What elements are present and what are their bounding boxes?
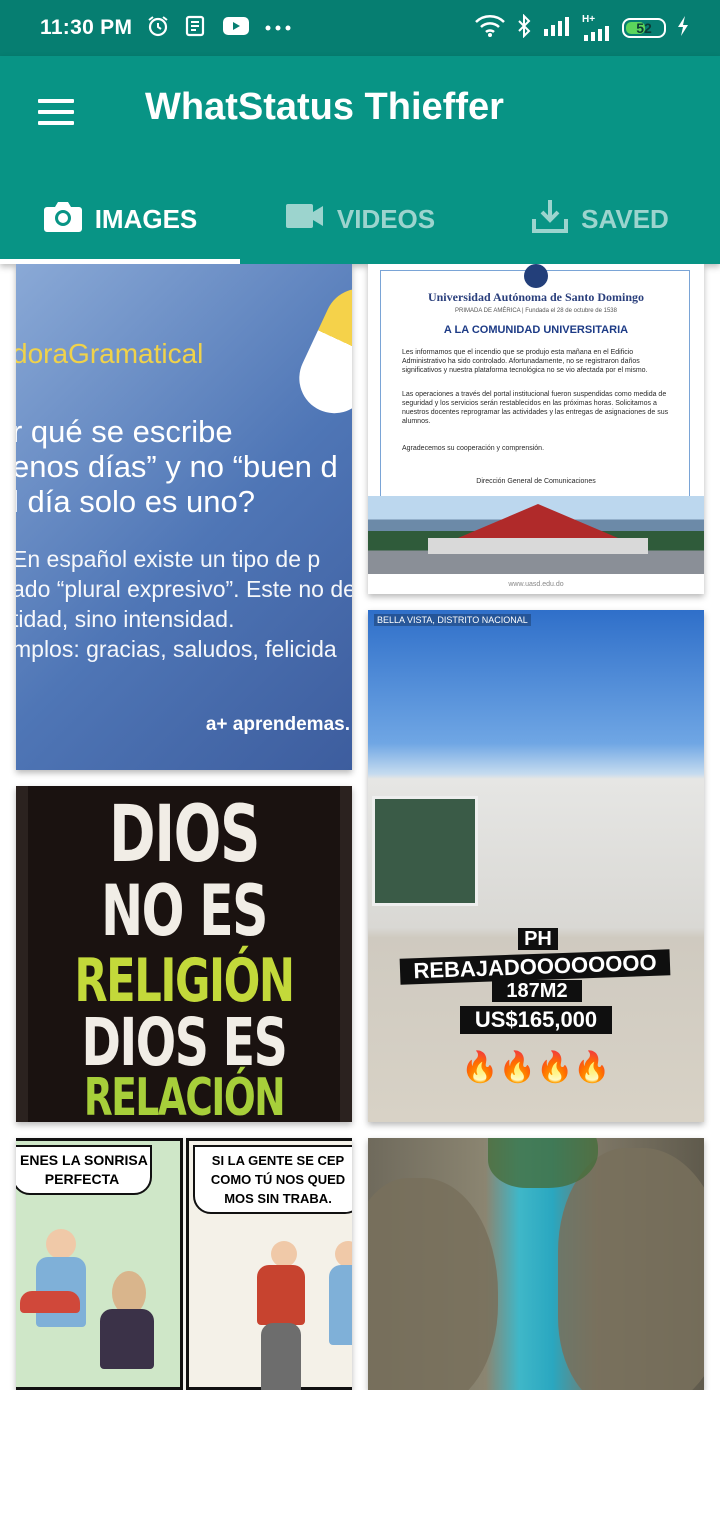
battery-percent: 52 [636, 20, 652, 36]
dios-line-1: DIOS [109, 790, 260, 880]
ph-line-4: US$165,000 [460, 1006, 612, 1034]
canyon-rock-right [558, 1148, 704, 1390]
tab-videos-label: VIDEOS [336, 203, 436, 234]
uasd-paragraph-2: Las operaciones a través del portal inst… [402, 391, 669, 425]
uasd-subtitle: PRIMADA DE AMÉRICA | Fundada el 28 de oc… [455, 308, 617, 314]
ph-line-3: 187M2 [492, 980, 582, 1002]
battery-indicator: 52 [622, 18, 666, 38]
dentist2-body [329, 1265, 352, 1345]
canyon-rock-left [368, 1178, 498, 1390]
status-icons-left [146, 14, 292, 43]
download-icon [531, 197, 569, 242]
uasd-paragraph-1: Les informamos que el incendio que se pr… [402, 349, 648, 374]
signal-hplus-icon: H+ [582, 15, 612, 41]
patient-body [100, 1309, 154, 1369]
app-title: WhatStatus Thieffer [145, 86, 504, 128]
ph-line-1: PH [518, 928, 558, 950]
comic-panel-2: SI LA GENTE SE CEP COMO TÚ NOS QUED MOS … [186, 1138, 352, 1390]
status-time: 11:30 PM [40, 16, 133, 39]
uasd-heading: A LA COMUNIDAD UNIVERSITARIA [443, 324, 629, 336]
man-head [271, 1241, 297, 1267]
tab-images-label: IMAGES [94, 203, 198, 234]
man-legs [261, 1323, 301, 1390]
tab-saved[interactable]: SAVED [480, 174, 720, 264]
grammar-question-text: r qué se escribe enos días” y no “buen d… [16, 414, 338, 519]
wifi-icon [474, 14, 506, 43]
signal-icon [542, 15, 572, 42]
status-image-ph-listing[interactable]: BELLA VISTA, DISTRITO NACIONAL PH REBAJA… [368, 610, 704, 1122]
comic-bubble-1: ENES LA SONRISA PERFECTA [16, 1145, 152, 1195]
more-dots-icon [264, 19, 292, 37]
campus-building-graphic [428, 538, 648, 554]
man-body [257, 1265, 305, 1325]
camera-icon [43, 199, 83, 240]
status-image-river-canyon[interactable] [368, 1138, 704, 1390]
status-image-dios[interactable]: DIOS NO ES RELIGIÓN DIOS ES RELACIÓN [16, 786, 352, 1122]
news-icon [184, 14, 208, 43]
fire-emojis: 🔥🔥🔥🔥 [461, 1051, 611, 1084]
network-type-label: H+ [582, 14, 596, 25]
comic-panel-1: ENES LA SONRISA PERFECTA [16, 1138, 183, 1390]
youtube-icon [222, 15, 250, 42]
dios-line-2: NO ES [100, 870, 269, 952]
alarm-icon [146, 14, 170, 43]
dentist2-head [335, 1241, 352, 1267]
status-icons-right: H+ 52 [474, 13, 690, 43]
uasd-signature: Dirección General de Comunicaciones [476, 478, 596, 485]
status-bar: 11:30 PM H+ 52 [0, 0, 720, 56]
charging-bolt-icon [676, 15, 690, 42]
uasd-seal-icon [524, 264, 548, 288]
tab-bar: IMAGES VIDEOS SAVED [0, 174, 720, 264]
comic-bubble-2: SI LA GENTE SE CEP COMO TÚ NOS QUED MOS … [193, 1145, 352, 1214]
pill-graphic [287, 277, 352, 425]
chair-patient-graphic [20, 1291, 80, 1313]
status-image-grid: doraGramatical r qué se escribe enos día… [0, 264, 720, 1390]
status-image-uasd-notice[interactable]: Universidad Autónoma de Santo Domingo PR… [368, 264, 704, 594]
tab-videos[interactable]: VIDEOS [240, 174, 480, 264]
dios-line-5: RELACIÓN [83, 1068, 286, 1122]
ph-location-tag: BELLA VISTA, DISTRITO NACIONAL [374, 614, 531, 626]
hamburger-menu-icon[interactable] [30, 92, 82, 132]
status-image-grammar[interactable]: doraGramatical r qué se escribe enos día… [16, 264, 352, 770]
grammar-body-text: En español existe un tipo de p ado “plur… [16, 546, 352, 662]
aprendemas-logo: a+ aprendemas. [205, 714, 350, 735]
tab-images[interactable]: IMAGES [0, 174, 240, 264]
bluetooth-icon [516, 13, 532, 43]
tab-saved-label: SAVED [581, 203, 669, 234]
status-image-comic[interactable]: ENES LA SONRISA PERFECTA SI LA GENTE SE … [16, 1138, 352, 1390]
uasd-paragraph-3: Agradecemos su cooperación y comprensión… [402, 445, 545, 452]
campus-roof-graphic [458, 504, 618, 538]
videocam-icon [285, 202, 325, 237]
uasd-url: www.uasd.edu.do [508, 581, 564, 588]
app-bar: WhatStatus Thieffer IMAGES VIDEOS SAVED [0, 56, 720, 264]
bottom-blank-area [0, 1390, 720, 1520]
sliding-door-graphic [372, 796, 478, 906]
grammar-brand-text: doraGramatical [16, 338, 204, 369]
dentist-head [46, 1229, 76, 1259]
uasd-name: Universidad Autónoma de Santo Domingo [427, 290, 645, 304]
